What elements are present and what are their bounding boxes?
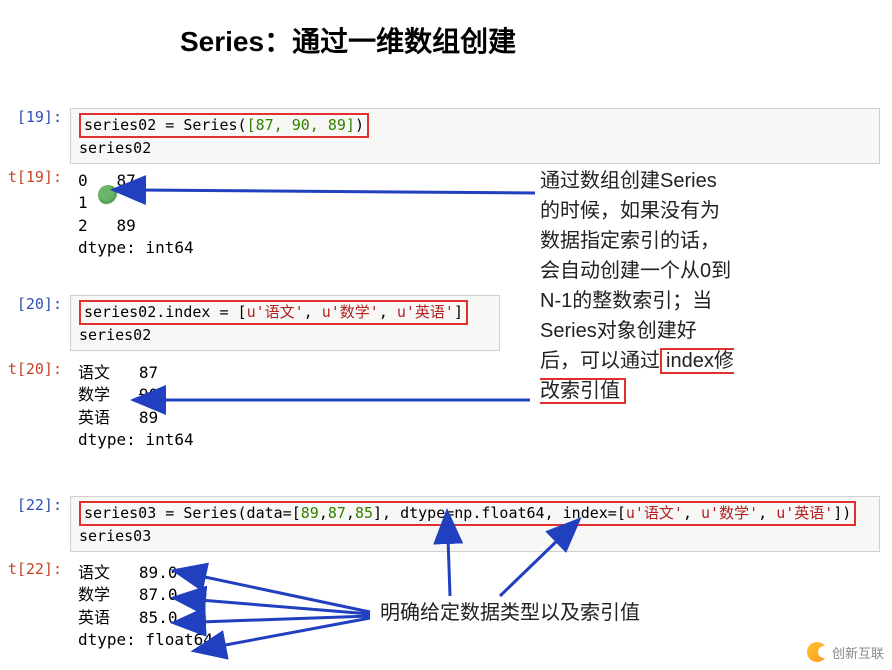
- out19-r2-idx: 2: [78, 216, 88, 235]
- out20-r2-val: 89: [139, 408, 158, 427]
- note1-l8: 改索引值: [540, 380, 620, 402]
- prompt-in-19: [19]:: [0, 108, 70, 164]
- out20-r1-idx: 数学: [78, 385, 110, 404]
- prompt-in-20: [20]:: [0, 295, 70, 351]
- note1-l2: 的时候，如果没有为: [540, 200, 720, 222]
- watermark: 创新互联: [807, 642, 884, 662]
- out22-dtype: dtype: float64: [78, 630, 213, 649]
- output-19: 0 87 1 2 89 dtype: int64: [70, 168, 202, 262]
- out22-r2-idx: 英语: [78, 608, 110, 627]
- out19-r1-idx: 1: [78, 193, 88, 212]
- note1-l4: 会自动创建一个从0到: [540, 260, 731, 282]
- out22-r1-val: 87.0: [139, 585, 178, 604]
- prompt-in-22: [22]:: [0, 496, 70, 552]
- code-area-22: series03 = Series(data=[89,87,85], dtype…: [70, 496, 880, 552]
- out19-r0-val: 87: [117, 171, 136, 190]
- output-20: 语文 87 数学 90 英语 89 dtype: int64: [70, 360, 202, 454]
- out20-r2-idx: 英语: [78, 408, 110, 427]
- code-19-line2: series02: [79, 139, 151, 157]
- out20-dtype: dtype: int64: [78, 430, 194, 449]
- out19-r0-idx: 0: [78, 171, 88, 190]
- note1-l6: Series对象创建好: [540, 320, 697, 342]
- out19-r2-val: 89: [117, 216, 136, 235]
- out22-r2-val: 85.0: [139, 608, 178, 627]
- note1-l7a: 后，可以通过: [540, 350, 660, 372]
- out22-r0-val: 89.0: [139, 563, 178, 582]
- code-box-19: series02 = Series([87, 90, 89]): [79, 113, 369, 138]
- watermark-text: 创新互联: [832, 643, 884, 662]
- cell-out-20: t[20]: 语文 87 数学 90 英语 89 dtype: int64: [0, 360, 202, 454]
- note1-l1: 通过数组创建Series: [540, 170, 717, 192]
- page-title: Series：通过一维数组创建: [180, 20, 516, 60]
- prompt-out-22: t[22]:: [0, 560, 70, 654]
- out22-r1-idx: 数学: [78, 585, 110, 604]
- note-explanation: 通过数组创建Series 的时候，如果没有为 数据指定索引的话， 会自动创建一个…: [540, 166, 870, 406]
- cell-out-22: t[22]: 语文 89.0 数学 87.0 英语 85.0 dtype: fl…: [0, 560, 221, 654]
- watermark-logo-icon: [807, 642, 827, 662]
- prompt-out-20: t[20]:: [0, 360, 70, 454]
- note1-l7b: index修: [666, 350, 734, 372]
- cell-in-20: [20]: series02.index = [u'语文', u'数学', u'…: [0, 295, 500, 351]
- code-area-19: series02 = Series([87, 90, 89]) series02: [70, 108, 880, 164]
- cell-in-19: [19]: series02 = Series([87, 90, 89]) se…: [0, 108, 880, 164]
- code-20-line2: series02: [79, 326, 151, 344]
- note1-l5: N-1的整数索引；当: [540, 290, 712, 312]
- out22-r0-idx: 语文: [78, 563, 110, 582]
- code-area-20: series02.index = [u'语文', u'数学', u'英语'] s…: [70, 295, 500, 351]
- prompt-out-19: t[19]:: [0, 168, 70, 262]
- code-box-22: series03 = Series(data=[89,87,85], dtype…: [79, 501, 856, 526]
- note-bottom: 明确给定数据类型以及索引值: [380, 598, 640, 628]
- note1-l3: 数据指定索引的话，: [540, 230, 720, 252]
- out20-r1-val: 90: [139, 385, 158, 404]
- cell-in-22: [22]: series03 = Series(data=[89,87,85],…: [0, 496, 880, 552]
- code-box-20: series02.index = [u'语文', u'数学', u'英语']: [79, 300, 468, 325]
- out20-r0-val: 87: [139, 363, 158, 382]
- cell-out-19: t[19]: 0 87 1 2 89 dtype: int64: [0, 168, 202, 262]
- cursor-icon: [98, 185, 118, 205]
- out20-r0-idx: 语文: [78, 363, 110, 382]
- output-22: 语文 89.0 数学 87.0 英语 85.0 dtype: float64: [70, 560, 221, 654]
- code-22-line2: series03: [79, 527, 151, 545]
- out19-dtype: dtype: int64: [78, 238, 194, 257]
